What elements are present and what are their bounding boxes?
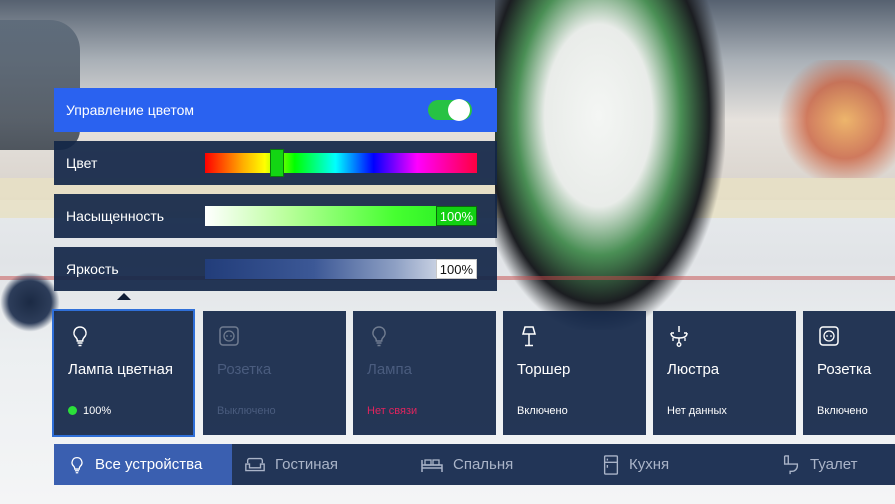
color-control-row[interactable]: Управление цветом (54, 88, 497, 132)
saturation-label: Насыщенность (66, 208, 165, 224)
color-control-label: Управление цветом (66, 102, 195, 118)
floor-lamp-icon (522, 326, 536, 347)
bed-icon (421, 458, 443, 472)
tab-bathroom[interactable]: Туалет (781, 444, 857, 485)
color-control-toggle[interactable] (428, 99, 472, 121)
bulb-icon (71, 456, 83, 473)
sofa-icon (245, 457, 265, 471)
device-name: Лампа (367, 361, 412, 378)
tab-label: Гостиная (275, 456, 338, 473)
brightness-slider[interactable]: 100% (205, 259, 477, 279)
device-name: Розетка (817, 361, 872, 378)
tab-label: Спальня (453, 456, 514, 473)
device-status: Выключено (217, 405, 276, 417)
device-status: Включено (517, 405, 568, 417)
hue-slider[interactable] (205, 149, 477, 177)
bulb-icon (73, 326, 87, 347)
device-list: Лампа цветная 100% Розетка Выключено Лам… (52, 309, 895, 437)
tab-label: Туалет (810, 456, 858, 473)
hue-slider-thumb[interactable] (270, 149, 284, 177)
device-status: 100% (68, 405, 111, 417)
status-dot-on (68, 406, 77, 415)
device-card-lamp[interactable]: Лампа Нет связи (353, 311, 496, 435)
hue-label: Цвет (66, 155, 98, 171)
outlet-icon (219, 326, 239, 346)
saturation-value[interactable]: 100% (435, 206, 477, 226)
bulb-icon (372, 326, 386, 347)
device-card-chandelier[interactable]: Люстра Нет данных (653, 311, 796, 435)
device-status: Включено (817, 405, 868, 417)
device-name: Розетка (217, 361, 272, 378)
tab-living-room[interactable]: Гостиная (244, 444, 338, 485)
device-card-floor-lamp[interactable]: Торшер Включено (503, 311, 646, 435)
saturation-slider-row: Насыщенность 100% (54, 194, 497, 238)
room-tabs: Все устройства Гостиная Спальня Кухня Ту… (54, 444, 895, 485)
saturation-slider[interactable]: 100% (205, 206, 477, 226)
tab-kitchen[interactable]: Кухня (602, 444, 669, 485)
popup-caret (117, 293, 131, 300)
device-card-outlet-2[interactable]: Розетка Включено (803, 311, 895, 435)
hockey-player (495, 0, 725, 330)
device-name: Люстра (667, 361, 720, 378)
tab-all-devices[interactable]: Все устройства (54, 444, 232, 485)
device-name: Торшер (517, 361, 571, 378)
device-status: Нет связи (367, 405, 418, 417)
device-card-color-lamp[interactable]: Лампа цветная 100% (52, 309, 195, 437)
toggle-knob (448, 99, 470, 121)
brightness-label: Яркость (66, 261, 119, 277)
toilet-icon (783, 454, 799, 474)
hue-slider-row: Цвет (54, 141, 497, 185)
background-fire-graphic (770, 60, 895, 180)
fridge-icon (603, 454, 619, 475)
tab-bedroom[interactable]: Спальня (420, 444, 513, 485)
outlet-icon (819, 326, 839, 346)
tab-label: Все устройства (95, 456, 203, 473)
chandelier-icon (670, 326, 688, 347)
device-status: Нет данных (667, 405, 727, 417)
device-card-outlet-1[interactable]: Розетка Выключено (203, 311, 346, 435)
tab-label: Кухня (629, 456, 670, 473)
brightness-value[interactable]: 100% (435, 259, 477, 279)
brightness-slider-row: Яркость 100% (54, 247, 497, 291)
device-name: Лампа цветная (68, 361, 173, 378)
background-blur (0, 272, 60, 332)
